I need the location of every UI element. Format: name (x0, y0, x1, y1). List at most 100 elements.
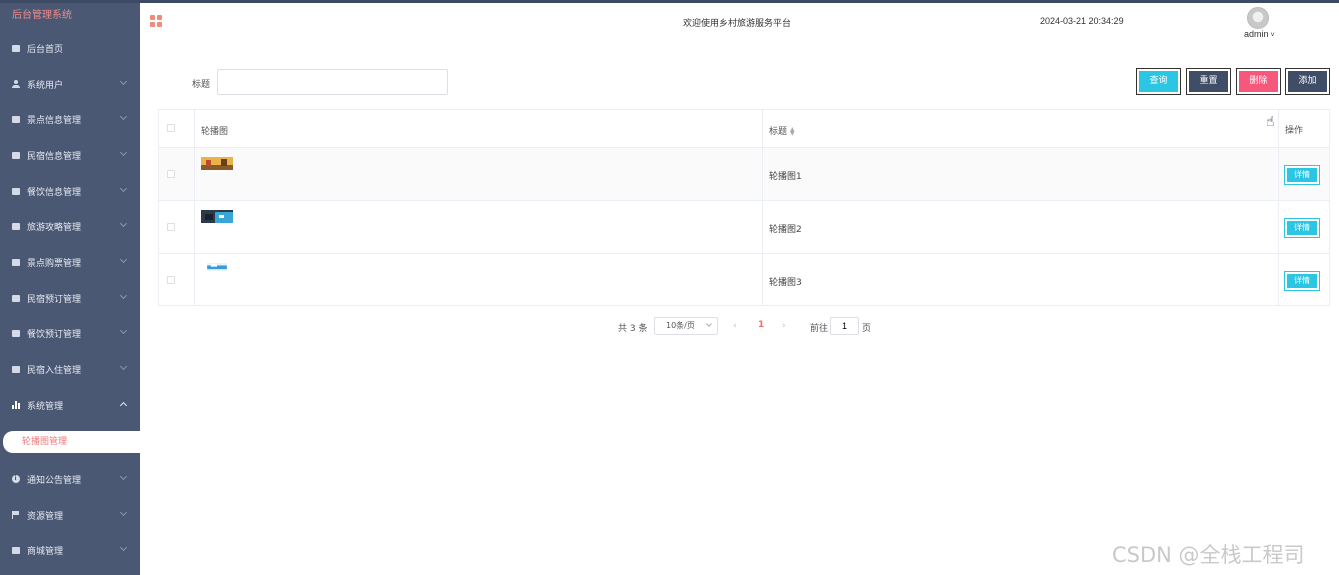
chevron-down-icon (119, 148, 128, 157)
table-row: 轮播图1 详情 (159, 148, 1329, 201)
sidebar-item-scenic-info[interactable]: 景点信息管理 (0, 109, 140, 129)
page-number-current[interactable]: 1 (758, 320, 764, 330)
reset-button[interactable]: 重置 (1186, 68, 1231, 95)
sidebar-item-label: 商城管理 (27, 546, 64, 557)
sidebar-item-system-manage[interactable]: 系统管理 (0, 395, 140, 415)
sidebar-item-system-users[interactable]: 系统用户 (0, 74, 140, 94)
row-title: 轮播图3 (769, 278, 802, 288)
list-icon (11, 329, 20, 338)
sidebar-subitem-carousel[interactable]: 轮播图管理 (3, 431, 143, 453)
carousel-thumbnail (201, 157, 233, 170)
column-divider (1278, 110, 1279, 305)
chevron-down-icon (706, 321, 712, 327)
query-button[interactable]: 查询 (1136, 68, 1181, 95)
username: admin (1244, 29, 1269, 39)
row-checkbox[interactable] (167, 170, 175, 178)
monitor-icon (11, 44, 20, 53)
flag-icon (11, 511, 20, 520)
sort-icon[interactable]: ▲ ▼ (790, 126, 795, 136)
detail-button[interactable]: 详情 (1284, 271, 1320, 291)
list-icon (11, 258, 20, 267)
sidebar: 后台管理系统 后台首页 系统用户 景点信息管理 民宿信息管理 餐饮信息管理 旅游… (0, 3, 140, 575)
sidebar-item-label: 餐饮预订管理 (27, 329, 82, 340)
chevron-down-icon: ˅ (1268, 32, 1275, 39)
sidebar-item-mall[interactable]: 商城管理 (0, 540, 140, 560)
add-button[interactable]: 添加 (1285, 68, 1330, 95)
delete-button[interactable]: 删除 (1236, 68, 1281, 95)
row-checkbox[interactable] (167, 276, 175, 284)
list-icon (11, 294, 20, 303)
menu-grid-icon[interactable] (150, 15, 162, 27)
chevron-down-icon (119, 77, 128, 86)
page-suffix-label: 页 (862, 324, 872, 334)
info-icon: i (11, 475, 20, 484)
search-input[interactable] (217, 69, 448, 95)
row-title: 轮播图1 (769, 172, 802, 182)
sidebar-item-label: 系统管理 (27, 401, 64, 412)
column-header-image: 轮播图 (201, 127, 229, 137)
monitor-icon (11, 546, 20, 555)
data-table: 轮播图 标题 ▲ ▼ 操作 轮播图1 详情 轮播图2 详情 轮播图3 详情 (158, 109, 1330, 306)
sidebar-item-ticket[interactable]: 景点购票管理 (0, 252, 140, 272)
sidebar-item-label: 民宿信息管理 (27, 151, 82, 162)
row-checkbox[interactable] (167, 223, 175, 231)
chevron-up-icon (119, 401, 128, 410)
goto-label: 前往 (810, 324, 829, 334)
detail-button[interactable]: 详情 (1284, 218, 1320, 238)
prev-page-button[interactable]: ‹ (733, 321, 737, 331)
sidebar-item-checkin[interactable]: 民宿入住管理 (0, 359, 140, 379)
chevron-down-icon (119, 326, 128, 335)
sidebar-item-resource[interactable]: 资源管理 (0, 505, 140, 525)
chevron-down-icon (119, 472, 128, 481)
list-icon (11, 115, 20, 124)
top-border (0, 0, 1339, 3)
list-icon (11, 187, 20, 196)
chevron-down-icon (119, 543, 128, 552)
detail-button[interactable]: 详情 (1284, 165, 1320, 185)
row-title: 轮播图2 (769, 225, 802, 235)
sidebar-item-label: 资源管理 (27, 511, 64, 522)
watermark: CSDN @全栈工程司 (1112, 543, 1305, 567)
welcome-text: 欢迎使用乡村旅游服务平台 (683, 19, 792, 29)
page-size-select[interactable]: 10条/页 (654, 317, 718, 335)
sidebar-item-homestay-info[interactable]: 民宿信息管理 (0, 145, 140, 165)
sidebar-item-label: 景点信息管理 (27, 115, 82, 126)
user-menu[interactable]: admin ˅ (1244, 29, 1275, 39)
sidebar-item-label: 通知公告管理 (27, 475, 82, 486)
sidebar-item-notice[interactable]: i 通知公告管理 (0, 469, 140, 489)
sidebar-item-dining-info[interactable]: 餐饮信息管理 (0, 181, 140, 201)
next-page-button[interactable]: › (782, 321, 786, 331)
brand-title: 后台管理系统 (12, 10, 72, 21)
mouse-cursor-icon: ☝ (1266, 114, 1275, 130)
chevron-down-icon (119, 362, 128, 371)
sidebar-item-travel-guide[interactable]: 旅游攻略管理 (0, 216, 140, 236)
goto-page-input[interactable] (830, 317, 859, 335)
avatar[interactable] (1247, 7, 1269, 29)
table-header: 轮播图 标题 ▲ ▼ 操作 (159, 110, 1329, 148)
sidebar-item-label: 系统用户 (27, 80, 64, 91)
chevron-down-icon (119, 291, 128, 300)
datetime-text: 2024-03-21 20:34:29 (1040, 16, 1124, 26)
sidebar-item-label: 民宿入住管理 (27, 365, 82, 376)
sidebar-item-home[interactable]: 后台首页 (0, 38, 140, 58)
column-header-title-label: 标题 (769, 127, 788, 137)
table-row: 轮播图3 详情 (159, 254, 1329, 307)
sidebar-item-dining-booking[interactable]: 餐饮预订管理 (0, 323, 140, 343)
select-all-checkbox[interactable] (167, 124, 175, 132)
list-icon (11, 151, 20, 160)
column-header-title[interactable]: 标题 ▲ ▼ (769, 124, 795, 137)
chevron-down-icon (119, 255, 128, 264)
user-icon (11, 80, 20, 89)
sidebar-item-label: 后台首页 (27, 44, 64, 55)
chart-icon (11, 401, 20, 410)
search-label: 标题 (192, 80, 211, 90)
sidebar-item-homestay-booking[interactable]: 民宿预订管理 (0, 288, 140, 308)
table-row: 轮播图2 详情 (159, 201, 1329, 254)
column-divider (194, 110, 195, 305)
chevron-down-icon (119, 184, 128, 193)
pagination-total: 共 3 条 (618, 324, 648, 334)
list-icon (11, 222, 20, 231)
column-divider (762, 110, 763, 305)
carousel-thumbnail (207, 263, 227, 271)
sidebar-item-label: 餐饮信息管理 (27, 187, 82, 198)
